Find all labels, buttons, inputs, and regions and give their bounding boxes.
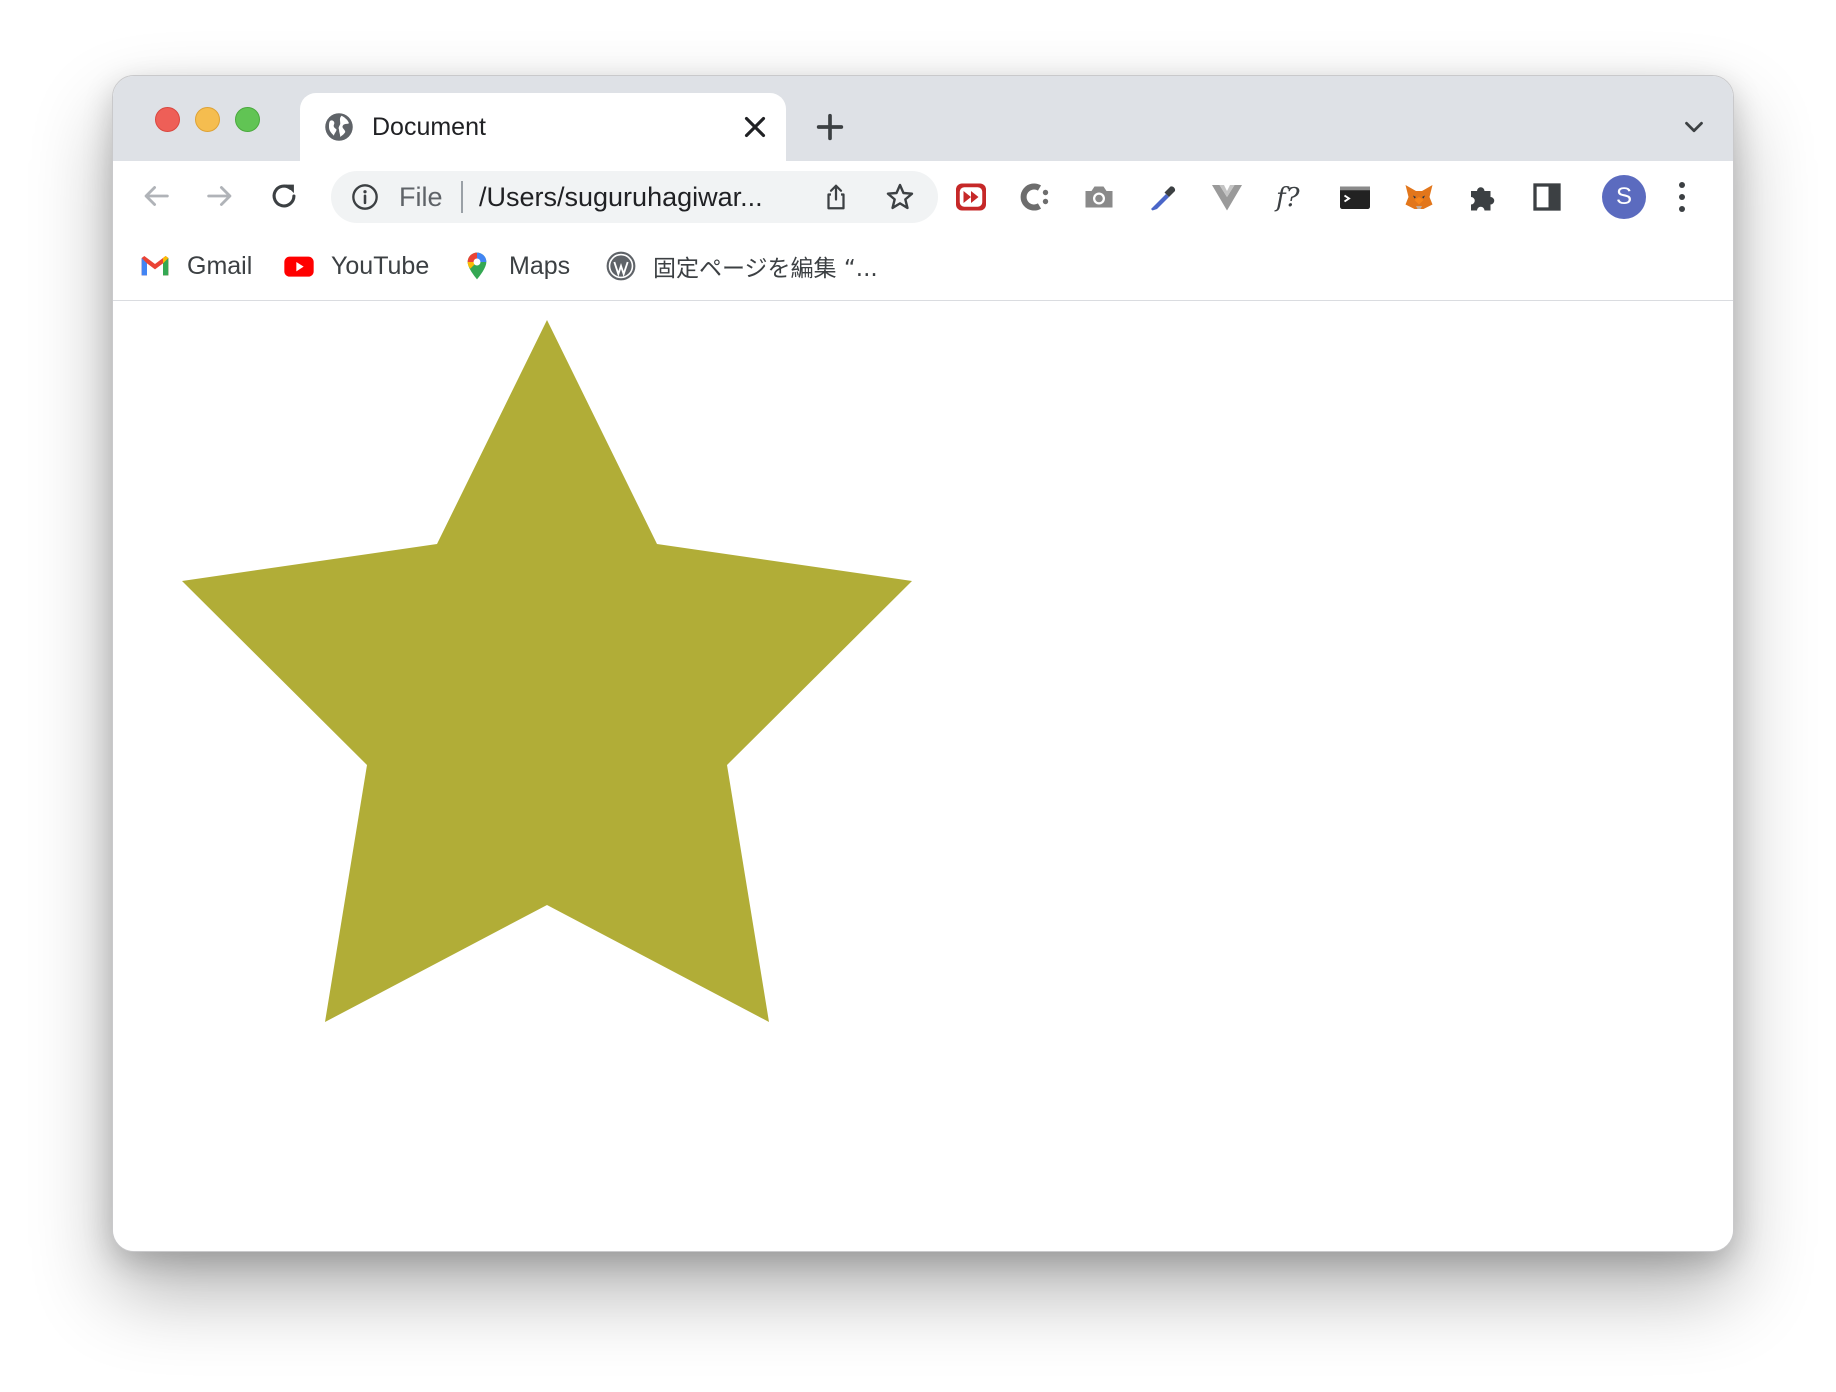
wordpress-icon	[606, 251, 636, 281]
bookmark-gmail[interactable]: Gmail	[139, 249, 252, 283]
font-finder-icon[interactable]: f?	[1273, 179, 1309, 215]
toolbar: File /Users/suguruhagiwar... f? S	[113, 161, 1733, 231]
info-icon[interactable]	[351, 183, 379, 211]
sidepanel-icon[interactable]	[1529, 179, 1565, 215]
eyedropper-icon[interactable]	[1145, 179, 1181, 215]
chevron-down-icon[interactable]	[1679, 112, 1709, 142]
tab-strip: Document	[113, 76, 1733, 161]
terminal-icon[interactable]	[1337, 179, 1373, 215]
puzzle-icon[interactable]	[1465, 179, 1501, 215]
reload-icon[interactable]	[267, 179, 301, 213]
address-bar[interactable]: File /Users/suguruhagiwar...	[331, 171, 938, 223]
bookmark-label: 固定ページを編集 “...	[653, 256, 878, 282]
bookmark-maps[interactable]: Maps	[461, 249, 570, 283]
globe-icon	[325, 113, 353, 141]
bookmark-label: YouTube	[331, 251, 430, 280]
back-arrow-icon[interactable]	[139, 179, 173, 213]
camera-icon[interactable]	[1081, 179, 1117, 215]
bookmark-label: Maps	[509, 251, 571, 280]
c-extension-icon[interactable]	[1017, 179, 1053, 215]
bookmarks-bar: Gmail YouTube Maps 固定ページを編集 “...	[113, 231, 1733, 301]
more-menu-icon[interactable]	[1676, 177, 1688, 217]
bookmark-wordpress[interactable]: 固定ページを編集 “...	[605, 249, 878, 283]
fast-forward-icon[interactable]	[953, 179, 989, 215]
bookmark-label: Gmail	[187, 251, 253, 280]
bookmark-star-icon[interactable]	[884, 181, 916, 213]
star-canvas	[182, 320, 912, 1022]
gmail-icon	[141, 256, 169, 276]
bookmark-youtube[interactable]: YouTube	[283, 249, 429, 283]
close-window-button[interactable]	[155, 107, 180, 132]
maps-icon	[467, 252, 487, 280]
star-shape	[182, 320, 912, 1022]
url-text[interactable]: /Users/suguruhagiwar...	[479, 182, 763, 213]
zoom-window-button[interactable]	[235, 107, 260, 132]
vue-icon[interactable]	[1209, 179, 1245, 215]
share-icon[interactable]	[821, 181, 851, 213]
browser-window: Document File /Users/suguruhagiwar... f?…	[112, 75, 1734, 1252]
close-tab-icon[interactable]	[738, 110, 772, 144]
tab-document[interactable]: Document	[300, 93, 786, 161]
page-content	[113, 301, 1733, 1251]
minimize-window-button[interactable]	[195, 107, 220, 132]
url-scheme-label: File	[399, 182, 443, 212]
metamask-fox-icon[interactable]	[1401, 179, 1437, 215]
omnibox-separator	[461, 181, 463, 213]
new-tab-button[interactable]	[813, 110, 847, 144]
forward-arrow-icon[interactable]	[203, 179, 237, 213]
profile-avatar[interactable]: S	[1602, 175, 1646, 219]
svg-text:f?: f?	[1274, 183, 1301, 213]
tab-title: Document	[372, 113, 486, 141]
youtube-icon	[284, 256, 314, 277]
